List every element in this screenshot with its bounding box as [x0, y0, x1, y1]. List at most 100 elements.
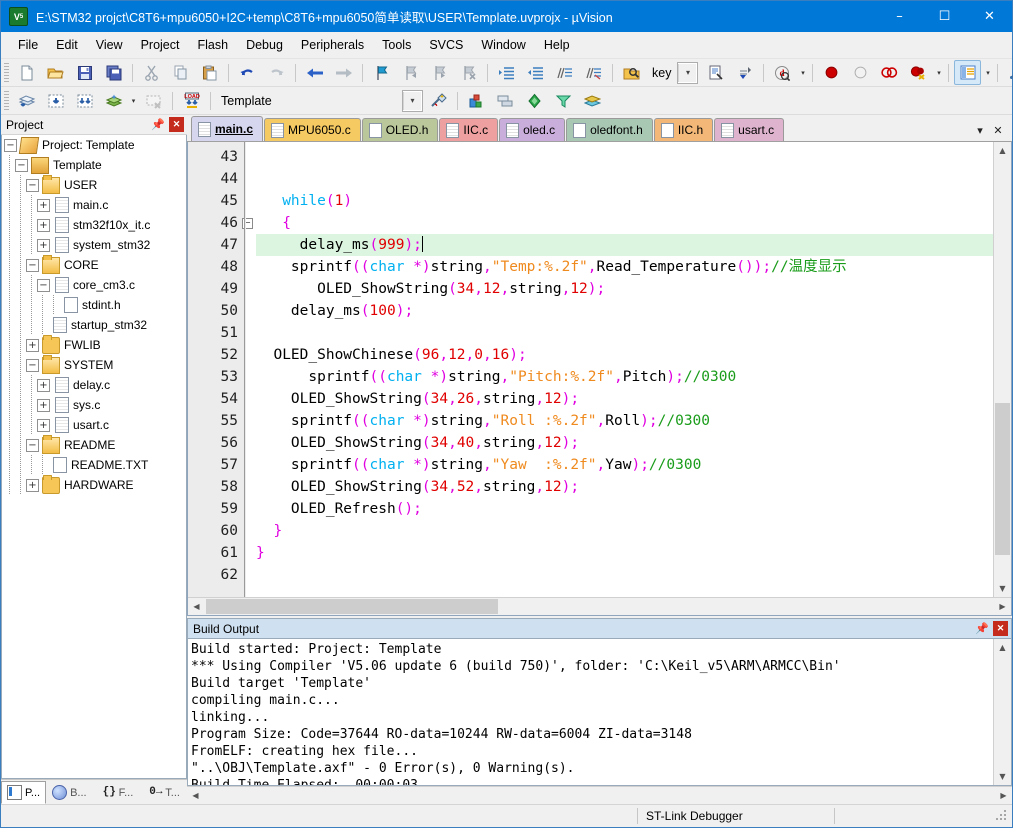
stop-build-icon[interactable] — [140, 88, 167, 113]
find-history-dropdown[interactable]: ▾ — [677, 61, 699, 84]
breakpoint-disable-all-icon[interactable] — [876, 60, 903, 85]
code-surface[interactable]: 43 44 45 46− 47 48 49 50 51 52 53 54 55 56 57 58 59 60 61 6… — [188, 142, 993, 597]
run-time-env-icon[interactable] — [550, 88, 577, 113]
scroll-right-button[interactable]: ▶ — [995, 787, 1012, 804]
menu-file[interactable]: File — [9, 34, 47, 56]
code-line[interactable]: sprintf((char *)string,"Temp:%.2f",Read_… — [256, 256, 993, 278]
tree-item-usart-c[interactable]: + usart.c — [2, 415, 186, 435]
scroll-left-button[interactable]: ◀ — [187, 787, 204, 804]
close-button[interactable]: ✕ — [967, 1, 1012, 32]
tab-templates[interactable]: 0→ T... — [143, 781, 186, 804]
outdent-icon[interactable] — [522, 60, 549, 85]
scroll-thumb[interactable] — [995, 403, 1010, 555]
goto-definition-icon[interactable] — [731, 60, 758, 85]
tree-item-stdint-h[interactable]: stdint.h — [2, 295, 186, 315]
menu-project[interactable]: Project — [132, 34, 189, 56]
breakpoint-insert-icon[interactable] — [818, 60, 845, 85]
menu-window[interactable]: Window — [472, 34, 534, 56]
scroll-track[interactable] — [994, 159, 1011, 580]
menu-view[interactable]: View — [87, 34, 132, 56]
tree-expander[interactable]: − — [37, 278, 50, 292]
tree-item-readme[interactable]: − README — [2, 434, 186, 455]
code-line[interactable]: OLED_ShowChinese(96,12,0,16); — [256, 344, 993, 366]
code-text[interactable]: while(1) { delay_ms(999); sprintf((char … — [246, 142, 993, 597]
bookmark-toggle-icon[interactable] — [368, 60, 395, 85]
menu-peripherals[interactable]: Peripherals — [292, 34, 373, 56]
batch-build-dropdown-icon[interactable]: ▾ — [128, 89, 139, 112]
code-line[interactable]: sprintf((char *)string,"Roll :%.2f",Roll… — [256, 410, 993, 432]
tab-project[interactable]: P... — [1, 781, 47, 804]
tree-expander[interactable]: + — [37, 418, 50, 432]
find-combo-value[interactable]: key — [646, 66, 677, 80]
scroll-track-horizontal[interactable] — [205, 598, 994, 615]
download-icon[interactable]: LOAD — [178, 88, 205, 113]
code-line[interactable]: } — [256, 542, 993, 564]
code-line[interactable] — [256, 146, 993, 168]
pack-installer-icon[interactable] — [521, 88, 548, 113]
breakpoint-dropdown-icon[interactable]: ▾ — [933, 61, 944, 84]
scroll-thumb-horizontal[interactable] — [206, 599, 498, 614]
close-icon[interactable]: ✕ — [169, 117, 184, 132]
code-line[interactable]: sprintf((char *)string,"Yaw :%.2f",Yaw);… — [256, 454, 993, 476]
build-output-horizontal-scrollbar[interactable]: ◀ ▶ — [187, 786, 1012, 804]
menu-tools[interactable]: Tools — [373, 34, 420, 56]
window-layout-dropdown-icon[interactable]: ▾ — [982, 61, 993, 84]
scroll-track[interactable] — [994, 656, 1011, 768]
editor-vertical-scrollbar[interactable]: ▲ ▼ — [993, 142, 1011, 597]
target-selector-dropdown[interactable]: ▾ — [402, 89, 423, 112]
tree-expander[interactable]: − — [4, 138, 17, 152]
uncomment-icon[interactable] — [580, 60, 607, 85]
tree-expander[interactable]: − — [26, 358, 39, 372]
scroll-down-button[interactable]: ▼ — [994, 768, 1011, 785]
scroll-left-button[interactable]: ◀ — [188, 598, 205, 615]
bookmark-next-icon[interactable] — [426, 60, 453, 85]
menu-svcs[interactable]: SVCS — [420, 34, 472, 56]
build-icon[interactable] — [42, 88, 69, 113]
multi-project-icon[interactable] — [492, 88, 519, 113]
tree-item-startup-stm32[interactable]: startup_stm32 — [2, 315, 186, 335]
manage-project-items-icon[interactable] — [463, 88, 490, 113]
menu-flash[interactable]: Flash — [188, 34, 237, 56]
build-output-body[interactable]: Build started: Project: Template *** Usin… — [187, 638, 1012, 786]
code-line[interactable]: while(1) — [256, 190, 993, 212]
minimize-button[interactable]: – — [877, 1, 922, 32]
editor-tab-usart-c[interactable]: usart.c — [714, 118, 785, 141]
breakpoint-kill-all-icon[interactable] — [905, 60, 932, 85]
find-in-files-icon[interactable] — [618, 60, 645, 85]
tree-expander[interactable]: + — [37, 218, 50, 232]
code-line[interactable]: { — [256, 212, 993, 234]
code-line[interactable]: sprintf((char *)string,"Pitch:%.2f",Pitc… — [256, 366, 993, 388]
project-tree[interactable]: − Project: Template − Template − USER + main.c +… — [1, 135, 187, 779]
tree-item-core[interactable]: − CORE — [2, 254, 186, 275]
tree-expander[interactable]: + — [37, 238, 50, 252]
tree-item-project-template[interactable]: − Project: Template — [2, 135, 186, 155]
tree-item-system[interactable]: − SYSTEM — [2, 354, 186, 375]
translate-icon[interactable] — [13, 88, 40, 113]
code-line[interactable]: delay_ms(999); — [256, 234, 993, 256]
tree-expander[interactable]: − — [26, 178, 39, 192]
tree-expander[interactable]: + — [37, 198, 50, 212]
editor-tab-oled-c[interactable]: oled.c — [499, 118, 566, 141]
debug-dropdown-icon[interactable]: ▾ — [797, 61, 808, 84]
tree-item-delay-c[interactable]: + delay.c — [2, 375, 186, 395]
editor-tab-main-c[interactable]: main.c — [191, 116, 264, 141]
bookmark-prev-icon[interactable] — [397, 60, 424, 85]
tree-item-user[interactable]: − USER — [2, 174, 186, 195]
scroll-up-button[interactable]: ▲ — [994, 142, 1011, 159]
build-output-vertical-scrollbar[interactable]: ▲ ▼ — [993, 639, 1011, 785]
navigate-back-icon[interactable] — [301, 60, 328, 85]
target-selector-value[interactable]: Template — [215, 94, 402, 108]
tree-item-hardware[interactable]: + HARDWARE — [2, 474, 186, 495]
select-software-packs-icon[interactable] — [579, 88, 606, 113]
editor-horizontal-scrollbar[interactable]: ◀ ▶ — [188, 597, 1011, 615]
scroll-down-button[interactable]: ▼ — [994, 580, 1011, 597]
cut-icon[interactable] — [138, 60, 165, 85]
tree-expander[interactable]: − — [26, 258, 39, 272]
bookmark-list-icon[interactable] — [702, 60, 729, 85]
tab-functions[interactable]: {} F... — [97, 781, 140, 804]
editor-tab-mpu6050-c[interactable]: MPU6050.c — [264, 118, 361, 141]
tree-item-fwlib[interactable]: + FWLIB — [2, 334, 186, 355]
tree-item-stm32f10x-it-c[interactable]: + stm32f10x_it.c — [2, 215, 186, 235]
pin-icon[interactable]: 📌 — [974, 621, 990, 637]
editor-tab-oledfont-h[interactable]: oledfont.h — [566, 118, 653, 141]
